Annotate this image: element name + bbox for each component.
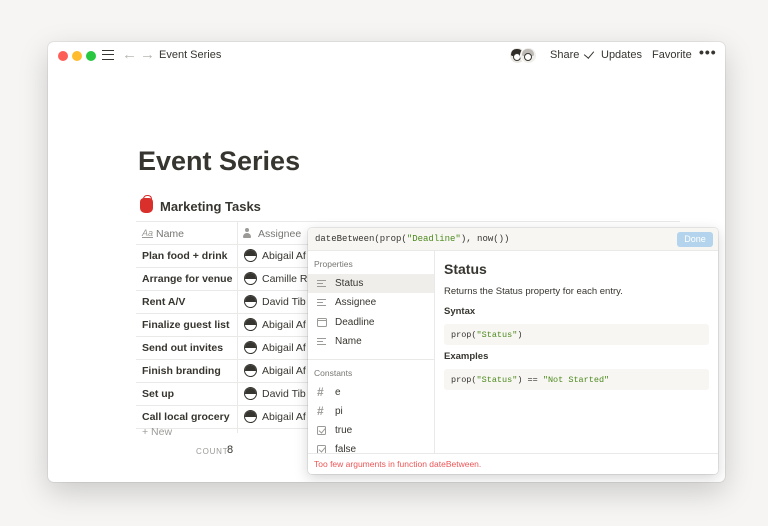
text-lines-icon [317, 299, 326, 306]
breadcrumb[interactable]: Event Series [159, 49, 221, 61]
constants-section-label: Constants [314, 368, 353, 378]
syntax-heading: Syntax [444, 306, 476, 317]
item-label: e [335, 387, 341, 398]
item-label: true [335, 425, 353, 436]
error-message: Too few arguments in function dateBetwee… [314, 459, 482, 469]
constant-item-e[interactable]: # e [308, 383, 434, 402]
text-lines-icon [317, 338, 326, 345]
check-icon [583, 48, 595, 59]
text-lines-icon [317, 280, 326, 287]
avatar [244, 295, 257, 308]
section-divider [308, 359, 434, 360]
formula-documentation: Status Returns the Status property for e… [436, 251, 718, 453]
checkbox-icon [317, 426, 326, 435]
avatar [244, 387, 257, 400]
cell-name[interactable]: Plan food + drink [142, 250, 227, 262]
item-label: false [335, 444, 357, 453]
cell-assignee[interactable]: Abigail Af [262, 319, 306, 331]
property-item-assignee[interactable]: Assignee [308, 293, 434, 312]
cell-name[interactable]: Arrange for venue [142, 273, 232, 285]
close-window-button[interactable] [58, 51, 68, 61]
database-title[interactable]: Marketing Tasks [160, 199, 261, 214]
examples-heading: Examples [444, 351, 489, 362]
cell-name[interactable]: Send out invites [142, 342, 223, 354]
cell-name[interactable]: Rent A/V [142, 296, 185, 308]
sidebar-toggle-icon[interactable] [102, 50, 114, 60]
cell-assignee[interactable]: David Tib [262, 296, 306, 308]
cell-name[interactable]: Call local grocery [142, 411, 230, 423]
back-arrow-icon[interactable]: ← [122, 46, 137, 63]
formula-expression[interactable]: dateBetween(prop("Deadline"), now()) [315, 234, 509, 244]
property-item-deadline[interactable]: Deadline [308, 313, 434, 332]
person-property-icon [242, 228, 252, 239]
updates-button[interactable]: Updates [601, 49, 642, 61]
app-window: ← → Event Series Share Updates Favorite … [48, 42, 725, 482]
constant-item-false[interactable]: false [308, 440, 434, 453]
calendar-icon [317, 318, 327, 327]
item-label: pi [335, 406, 343, 417]
checkbox-icon [317, 445, 326, 453]
formula-input[interactable]: dateBetween(prop("Deadline"), now()) Don… [308, 228, 718, 251]
syntax-code-block: prop("Status") [444, 324, 709, 345]
doc-title: Status [444, 261, 487, 277]
column-header-name[interactable]: Name [156, 228, 184, 240]
done-button[interactable]: Done [677, 232, 713, 247]
property-item-name[interactable]: Name [308, 332, 434, 351]
property-item-status[interactable]: Status [308, 274, 434, 293]
collaborator-avatars[interactable] [509, 47, 541, 65]
avatar [244, 341, 257, 354]
cell-name[interactable]: Finalize guest list [142, 319, 230, 331]
minimize-window-button[interactable] [72, 51, 82, 61]
error-bar: Too few arguments in function dateBetwee… [308, 453, 718, 474]
maximize-window-button[interactable] [86, 51, 96, 61]
cell-name[interactable]: Set up [142, 388, 174, 400]
cell-assignee[interactable]: Abigail Af [262, 411, 306, 423]
new-row-button[interactable]: + New [142, 426, 172, 438]
constant-item-true[interactable]: true [308, 421, 434, 440]
avatar [520, 47, 537, 64]
forward-arrow-icon[interactable]: → [140, 46, 155, 63]
formula-reference-list: Properties Status Assignee Deadline Name… [308, 251, 435, 453]
page-title[interactable]: Event Series [138, 146, 300, 177]
formula-editor-popup: dateBetween(prop("Deadline"), now()) Don… [308, 228, 718, 474]
title-bar: ← → Event Series Share Updates Favorite … [48, 42, 725, 70]
cell-assignee[interactable]: David Tib [262, 388, 306, 400]
more-options-icon[interactable]: ••• [699, 44, 717, 60]
item-label: Name [335, 336, 362, 347]
avatar [244, 364, 257, 377]
example-code-block: prop("Status") == "Not Started" [444, 369, 709, 390]
share-button[interactable]: Share [550, 49, 579, 61]
item-label: Assignee [335, 297, 377, 308]
avatar [244, 318, 257, 331]
avatar [244, 272, 257, 285]
favorite-button[interactable]: Favorite [652, 49, 692, 61]
text-property-icon: Aa [142, 228, 154, 238]
cell-name[interactable]: Finish branding [142, 365, 221, 377]
hash-icon: # [317, 385, 324, 399]
count-value: 8 [227, 444, 234, 456]
properties-section-label: Properties [314, 259, 353, 269]
cell-assignee[interactable]: Abigail Af [262, 365, 306, 377]
item-label: Deadline [335, 317, 375, 328]
hash-icon: # [317, 404, 324, 418]
count-label[interactable]: COUNT [196, 447, 228, 456]
avatar [244, 410, 257, 423]
constant-item-pi[interactable]: # pi [308, 402, 434, 421]
avatar [244, 249, 257, 262]
cell-assignee[interactable]: Abigail Af [262, 342, 306, 354]
cell-assignee[interactable]: Camille R [262, 273, 308, 285]
item-label: Status [335, 278, 364, 289]
doc-description: Returns the Status property for each ent… [444, 286, 623, 297]
backpack-icon[interactable] [140, 195, 153, 213]
column-header-assignee[interactable]: Assignee [258, 228, 301, 240]
cell-assignee[interactable]: Abigail Af [262, 250, 306, 262]
